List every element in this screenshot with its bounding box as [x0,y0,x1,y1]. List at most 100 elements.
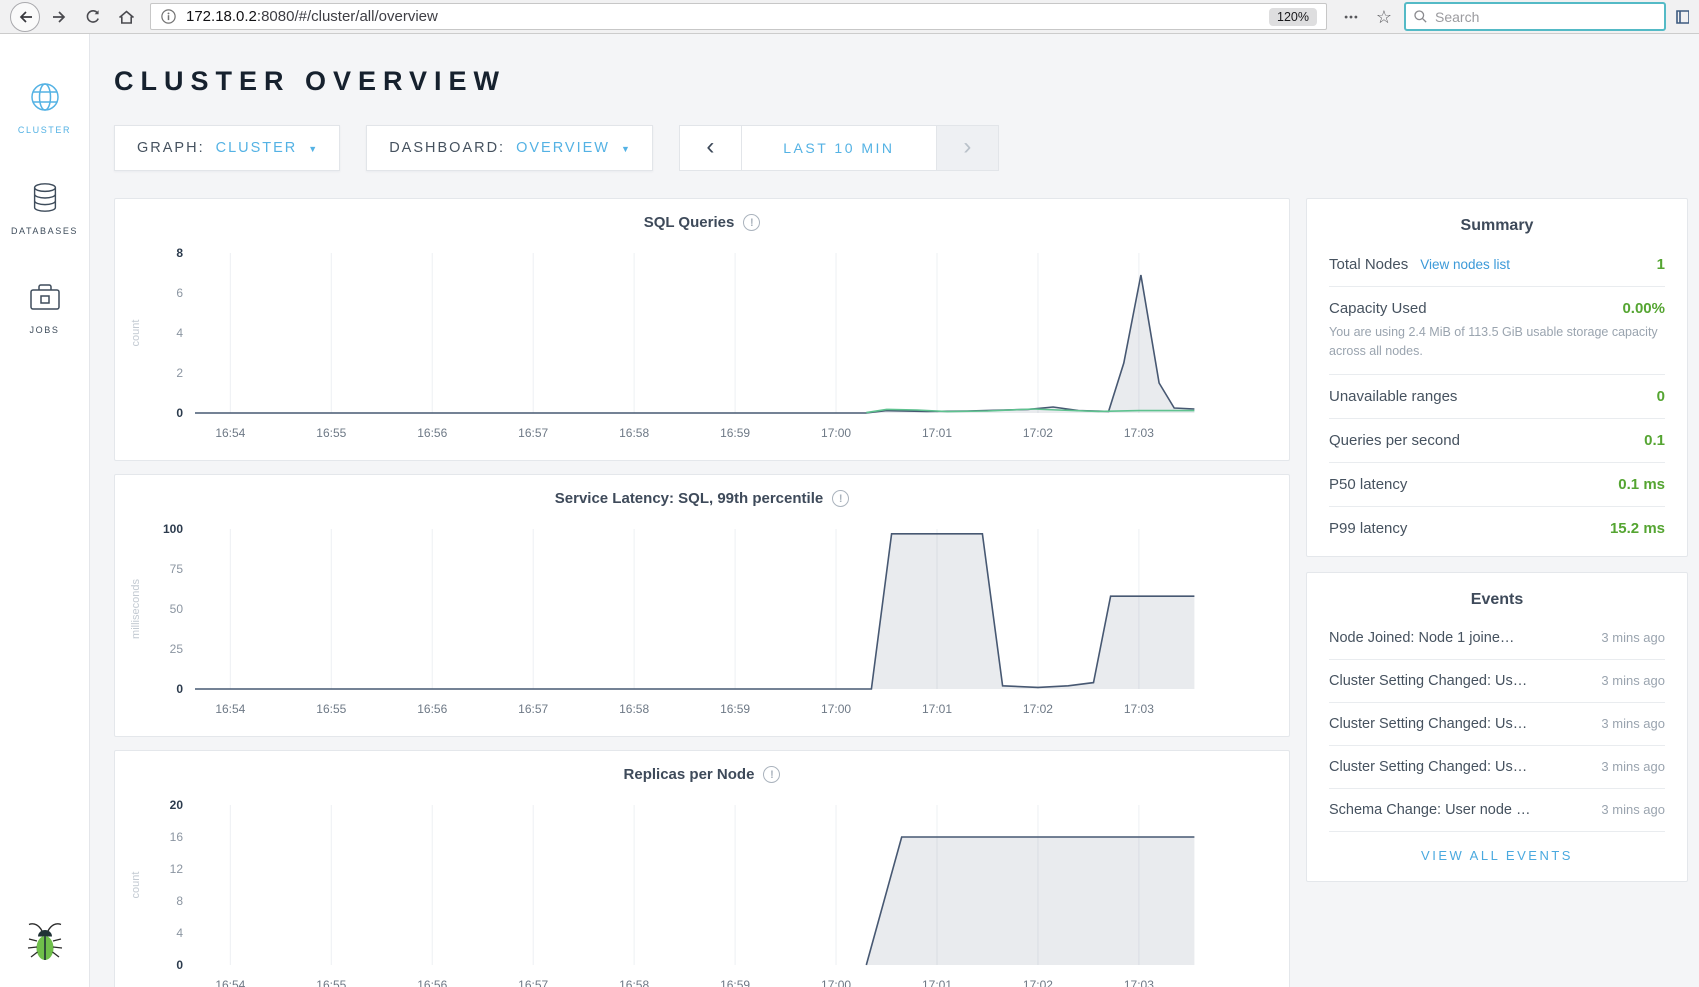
svg-text:16:58: 16:58 [619,702,649,716]
dashboard-controls: GRAPH: CLUSTER ▼ DASHBOARD: OVERVIEW ▼ ‹… [114,125,1688,171]
search-icon [1413,9,1428,24]
chart-title: Service Latency: SQL, 99th percentile [555,490,823,507]
summary-row-p99-latency: P99 latency 15.2 ms [1329,507,1665,550]
time-range-selector: ‹ LAST 10 MIN › [679,125,999,171]
summary-value: 15.2 ms [1610,520,1665,537]
home-icon [117,8,136,26]
summary-label: Capacity Used [1329,300,1427,317]
svg-text:20: 20 [170,798,184,812]
summary-label: Unavailable ranges [1329,388,1457,405]
prev-time-button[interactable]: ‹ [679,125,742,171]
home-button[interactable] [113,4,139,30]
svg-text:16:56: 16:56 [417,702,447,716]
svg-text:17:02: 17:02 [1023,978,1053,987]
event-message: Cluster Setting Changed: Us… [1329,673,1601,689]
page-actions-button[interactable] [1338,4,1364,30]
sidebar-item-databases[interactable]: DATABASES [11,179,78,236]
page-title: CLUSTER OVERVIEW [114,66,1688,97]
svg-text:17:01: 17:01 [922,978,952,987]
charts-column: SQL Queries ! 16:5416:5516:5616:5716:581… [114,198,1290,987]
url-bar[interactable]: 172.18.0.2:8080/#/cluster/all/overview 1… [150,3,1327,30]
time-range-label[interactable]: LAST 10 MIN [742,125,936,171]
summary-label: Queries per second [1329,432,1460,449]
svg-text:17:00: 17:00 [821,978,851,987]
event-time: 3 mins ago [1601,759,1665,774]
chevron-down-icon: ▼ [308,142,317,154]
chart-info-icon[interactable]: ! [832,490,849,507]
admin-ui: CLUSTER DATABASES JOBS [0,34,1699,987]
browser-toolbar: 172.18.0.2:8080/#/cluster/all/overview 1… [0,0,1699,34]
next-time-button[interactable]: › [936,125,999,171]
site-info-icon[interactable] [160,8,177,25]
event-message: Node Joined: Node 1 joine… [1329,630,1601,646]
event-message: Schema Change: User node … [1329,802,1601,818]
graph-dropdown-value: CLUSTER [216,140,298,156]
svg-text:17:03: 17:03 [1124,702,1154,716]
svg-text:16:55: 16:55 [316,702,346,716]
svg-text:8: 8 [176,246,183,260]
summary-row-capacity-used: Capacity Used 0.00% You are using 2.4 Mi… [1329,287,1665,375]
event-row: Cluster Setting Changed: Us… 3 mins ago [1329,660,1665,703]
event-message: Cluster Setting Changed: Us… [1329,759,1601,775]
search-input[interactable] [1435,9,1657,25]
svg-text:12: 12 [170,862,184,876]
svg-text:17:00: 17:00 [821,426,851,440]
search-box[interactable] [1404,2,1666,31]
bookmark-star-button[interactable]: ☆ [1371,4,1397,30]
view-all-events-link[interactable]: VIEW ALL EVENTS [1329,832,1665,875]
svg-text:16:55: 16:55 [316,978,346,987]
event-time: 3 mins ago [1601,630,1665,645]
url-path: :8080/#/cluster/all/overview [257,8,438,25]
svg-text:16:54: 16:54 [215,702,245,716]
events-panel: Events Node Joined: Node 1 joine… 3 mins… [1306,572,1688,882]
back-button[interactable] [10,2,40,32]
svg-text:count: count [130,872,142,899]
summary-value: 0.00% [1622,300,1665,317]
svg-text:4: 4 [176,326,183,340]
svg-text:16:57: 16:57 [518,702,548,716]
svg-text:16:59: 16:59 [720,978,750,987]
summary-row-p50-latency: P50 latency 0.1 ms [1329,463,1665,507]
svg-text:6: 6 [176,286,183,300]
sidebar-item-jobs[interactable]: JOBS [26,280,64,335]
svg-text:17:01: 17:01 [922,702,952,716]
sidebar-item-cluster[interactable]: CLUSTER [18,78,71,135]
url-text: 172.18.0.2:8080/#/cluster/all/overview [186,8,1260,25]
chart-info-icon[interactable]: ! [743,214,760,231]
summary-row-unavailable-ranges: Unavailable ranges 0 [1329,375,1665,419]
summary-label: P50 latency [1329,476,1407,493]
graph-dropdown[interactable]: GRAPH: CLUSTER ▼ [114,125,340,171]
back-icon [16,8,34,26]
chevron-down-icon: ▼ [621,142,630,154]
chevron-right-icon: › [963,135,971,162]
event-row: Cluster Setting Changed: Us… 3 mins ago [1329,746,1665,789]
chart-title: Replicas per Node [624,766,755,783]
event-row: Node Joined: Node 1 joine… 3 mins ago [1329,617,1665,660]
zoom-level-badge[interactable]: 120% [1269,8,1317,26]
summary-label: Total Nodes [1329,256,1408,273]
side-nav: CLUSTER DATABASES JOBS [0,34,90,987]
chart-title: SQL Queries [644,214,735,231]
chart-info-icon[interactable]: ! [763,766,780,783]
event-time: 3 mins ago [1601,673,1665,688]
capacity-note: You are using 2.4 MiB of 113.5 GiB usabl… [1329,323,1665,361]
event-message: Cluster Setting Changed: Us… [1329,716,1601,732]
svg-text:100: 100 [163,522,183,536]
chart-card-service-latency: Service Latency: SQL, 99th percentile ! … [114,474,1290,737]
chart-plot-sql-queries: 16:5416:5516:5616:5716:5816:5917:0017:01… [125,239,1279,456]
reload-button[interactable] [80,4,106,30]
svg-text:17:03: 17:03 [1124,978,1154,987]
dashboard-dropdown[interactable]: DASHBOARD: OVERVIEW ▼ [366,125,653,171]
summary-label: P99 latency [1329,520,1407,537]
browser-corner-icon[interactable] [1675,9,1689,25]
forward-icon [51,8,69,26]
bookmark-star-icon: ☆ [1376,8,1392,26]
chart-plot-replicas-per-node: 16:5416:5516:5616:5716:5816:5917:0017:01… [125,791,1279,987]
view-nodes-list-link[interactable]: View nodes list [1420,257,1510,272]
svg-text:4: 4 [176,926,183,940]
forward-button[interactable] [47,4,73,30]
event-row: Cluster Setting Changed: Us… 3 mins ago [1329,703,1665,746]
chart-plot-service-latency: 16:5416:5516:5616:5716:5816:5917:0017:01… [125,515,1279,732]
summary-row-queries-per-second: Queries per second 0.1 [1329,419,1665,463]
sidebar-label-cluster: CLUSTER [18,125,71,135]
